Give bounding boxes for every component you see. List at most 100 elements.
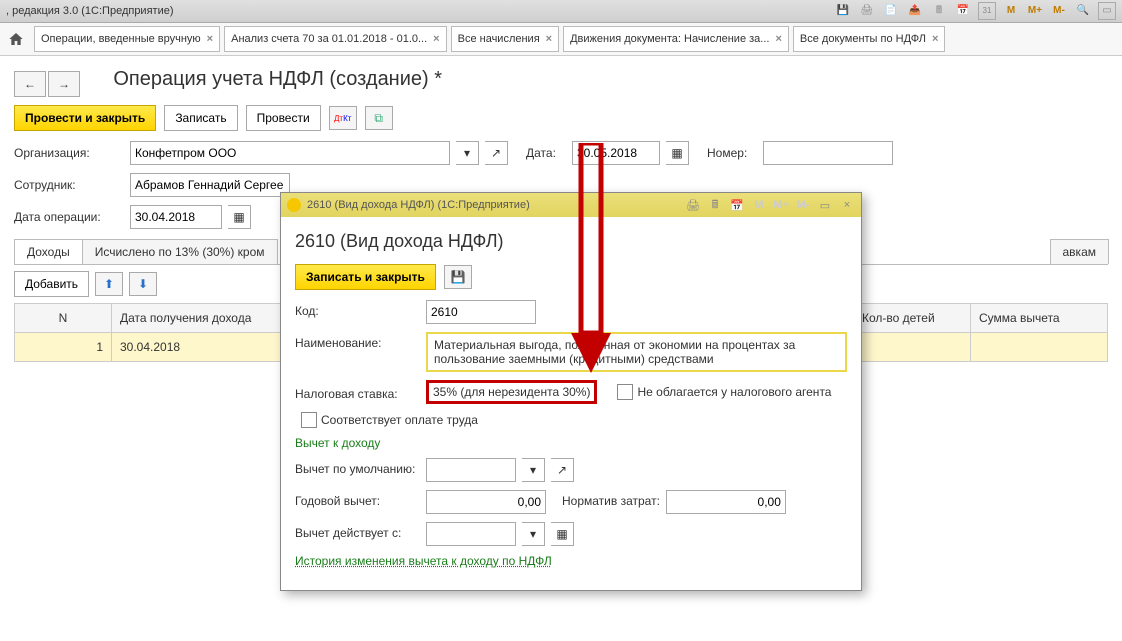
proceed-button[interactable]: Провести (246, 105, 321, 131)
dialog-title-bar: 2610 (Вид дохода НДФЛ) (1С:Предприятие) … (281, 193, 861, 217)
subtab-rates[interactable]: авкам (1050, 239, 1110, 264)
app-title: , редакция 3.0 (1С:Предприятие) (6, 0, 174, 22)
calc-icon[interactable]: 🖩 (707, 197, 723, 213)
m-plus-button[interactable]: M+ (1026, 2, 1044, 20)
yearly-row: Годовой вычет: Норматив затрат: (295, 490, 847, 514)
col-child: Кол-во детей (854, 304, 971, 333)
save-icon[interactable]: 💾 (834, 2, 852, 20)
cal31-icon[interactable]: 31 (978, 2, 996, 20)
emp-label: Сотрудник: (14, 178, 124, 192)
calendar-icon[interactable]: ▦ (666, 141, 689, 165)
date-input[interactable] (572, 141, 660, 165)
close-icon[interactable]: × (839, 197, 855, 213)
page-title: Операция учета НДФЛ (создание) * (113, 68, 442, 91)
print-icon[interactable]: 🖨 (858, 2, 876, 20)
name-value-highlight[interactable]: Материальная выгода, полученная от эконо… (426, 332, 847, 372)
code-label: Код: (295, 300, 420, 318)
rate-value-highlight[interactable]: 35% (для нерезидента 30%) (426, 380, 597, 404)
dialog-save-close-button[interactable]: Записать и закрыть (295, 264, 436, 290)
close-icon[interactable]: × (207, 33, 213, 45)
m-minus-button[interactable]: M- (1050, 2, 1068, 20)
dropdown-icon[interactable]: ▾ (522, 522, 545, 546)
name-label: Наименование: (295, 332, 420, 350)
deduct-header: Вычет к доходу (295, 436, 380, 450)
back-button[interactable]: ← (14, 71, 46, 97)
proceed-close-button[interactable]: Провести и закрыть (14, 105, 156, 131)
opdate-input[interactable] (130, 205, 222, 229)
zoom-icon[interactable]: 🔍 (1074, 2, 1092, 20)
rate-label: Налоговая ставка: (295, 383, 420, 401)
number-label: Номер: (707, 146, 757, 160)
open-icon[interactable]: ↗ (485, 141, 508, 165)
m-button[interactable]: M (1002, 2, 1020, 20)
opdate-label: Дата операции: (14, 210, 124, 224)
dropdown-icon[interactable]: ▾ (522, 458, 545, 482)
salary-label: Соответствует оплате труда (321, 413, 478, 427)
calc-icon[interactable]: 🖩 (930, 2, 948, 20)
deduct-def-input[interactable] (426, 458, 516, 482)
tab-operations[interactable]: Операции, введенные вручную × (34, 26, 220, 52)
app-title-bar: , редакция 3.0 (1С:Предприятие) 💾 🖨 📄 📤 … (0, 0, 1122, 23)
structure-icon[interactable]: ⧉ (365, 106, 393, 130)
calendar-icon[interactable]: 📅 (729, 197, 745, 213)
m-plus-button[interactable]: M+ (773, 197, 789, 213)
history-link[interactable]: История изменения вычета к доходу по НДФ… (295, 554, 552, 568)
subtab-calc13[interactable]: Исчислено по 13% (30%) кром (82, 239, 278, 264)
rate-row: Налоговая ставка: 35% (для нерезидента 3… (295, 380, 847, 404)
tab-ndfl-docs[interactable]: Все документы по НДФЛ × (793, 26, 946, 52)
name-row: Наименование: Материальная выгода, получ… (295, 332, 847, 372)
norm-input[interactable] (666, 490, 786, 514)
open-icon[interactable]: ↗ (551, 458, 574, 482)
minimize-icon[interactable]: ▭ (817, 197, 833, 213)
deduct-def-label: Вычет по умолчанию: (295, 458, 420, 476)
subtab-income[interactable]: Доходы (14, 239, 83, 264)
deduct-from-input[interactable] (426, 522, 516, 546)
calendar-icon[interactable]: ▦ (551, 522, 574, 546)
calendar-icon[interactable]: ▦ (228, 205, 251, 229)
tab-analysis[interactable]: Анализ счета 70 за 01.01.2018 - 01.0... … (224, 26, 447, 52)
header-row: ← → Операция учета НДФЛ (создание) * (14, 62, 1108, 105)
close-icon[interactable]: × (932, 33, 938, 45)
print-icon[interactable]: 🖨 (685, 197, 701, 213)
yearly-input[interactable] (426, 490, 546, 514)
deduct-from-label: Вычет действует с: (295, 522, 420, 540)
m-button[interactable]: M (751, 197, 767, 213)
deduct-default-row: Вычет по умолчанию: ▾ ↗ (295, 458, 847, 482)
m-minus-button[interactable]: M- (795, 197, 811, 213)
save-button[interactable]: Записать (164, 105, 237, 131)
dropdown-icon[interactable]: ▾ (456, 141, 479, 165)
org-input[interactable] (130, 141, 450, 165)
deduct-header-row: Вычет к доходу (295, 436, 847, 450)
cell-date: 30.04.2018 (112, 333, 299, 362)
disk-icon[interactable]: 💾 (444, 265, 472, 289)
tab-movements[interactable]: Движения документа: Начисление за... × (563, 26, 789, 52)
windows-icon[interactable]: ▭ (1098, 2, 1116, 20)
history-link-row: История изменения вычета к доходу по НДФ… (295, 554, 847, 568)
not-taxed-checkbox[interactable] (617, 384, 633, 400)
doc-icon[interactable]: 📄 (882, 2, 900, 20)
code-input[interactable] (426, 300, 536, 324)
tab-accruals[interactable]: Все начисления × (451, 26, 560, 52)
org-label: Организация: (14, 146, 124, 160)
col-sum: Сумма вычета (971, 304, 1108, 333)
cell-n: 1 (15, 333, 112, 362)
add-button[interactable]: Добавить (14, 271, 89, 297)
forward-button[interactable]: → (48, 71, 80, 97)
code-row: Код: (295, 300, 847, 324)
number-input[interactable] (763, 141, 893, 165)
home-icon[interactable] (6, 29, 26, 49)
cell-sum (971, 333, 1108, 362)
not-taxed-label: Не облагается у налогового агента (637, 385, 831, 399)
date-label: Дата: (526, 146, 566, 160)
close-icon[interactable]: × (546, 33, 552, 45)
col-date: Дата получения дохода (112, 304, 299, 333)
salary-checkbox[interactable] (301, 412, 317, 428)
emp-input[interactable] (130, 173, 290, 197)
close-icon[interactable]: × (775, 33, 781, 45)
tray-icon[interactable]: 📤 (906, 2, 924, 20)
calendar-icon[interactable]: 📅 (954, 2, 972, 20)
arrow-down-icon[interactable]: ⬇ (129, 272, 157, 296)
close-icon[interactable]: × (433, 33, 439, 45)
dt-kt-icon[interactable]: ДтКт (329, 106, 357, 130)
arrow-up-icon[interactable]: ⬆ (95, 272, 123, 296)
